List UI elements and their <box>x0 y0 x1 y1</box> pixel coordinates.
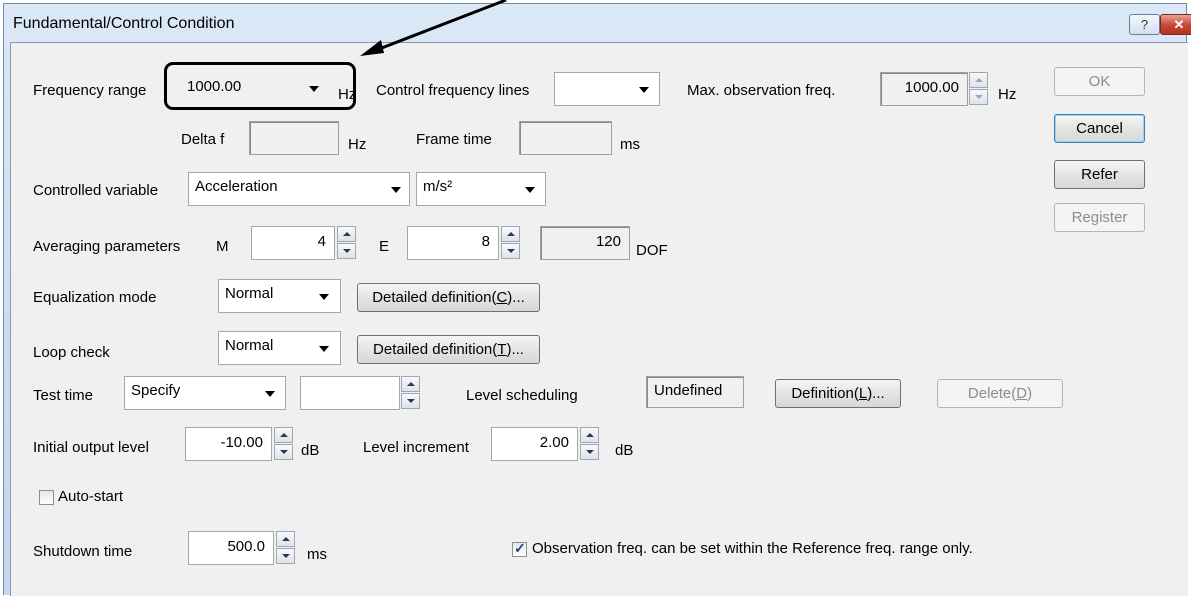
annotation-arrow-icon <box>360 0 507 56</box>
